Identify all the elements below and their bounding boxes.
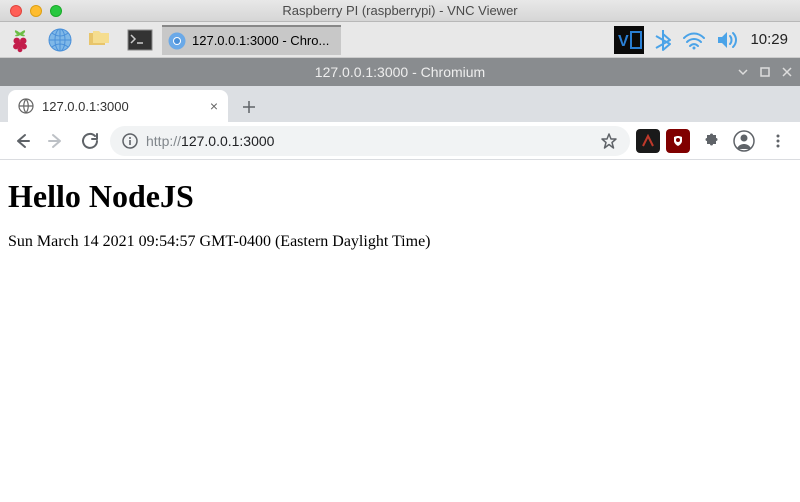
pi-taskbar-right: V 10:29 [614, 26, 800, 54]
web-browser-launcher[interactable] [40, 22, 80, 58]
arrow-left-icon [13, 132, 31, 150]
globe-favicon-icon [18, 98, 34, 114]
taskbar-chromium-task[interactable]: 127.0.0.1:3000 - Chro... [162, 25, 341, 55]
chevron-down-icon [738, 67, 748, 77]
file-manager-launcher[interactable] [80, 22, 120, 58]
chromium-titlebar[interactable]: 127.0.0.1:3000 - Chromium [0, 58, 800, 86]
folders-icon [87, 29, 113, 51]
reload-button[interactable] [76, 127, 104, 155]
star-icon [600, 132, 618, 150]
address-bar[interactable]: http://127.0.0.1:3000 [110, 126, 630, 156]
reload-icon [81, 132, 99, 150]
bluetooth-icon [654, 28, 672, 52]
chromium-icon [168, 32, 186, 50]
puzzle-icon [701, 132, 719, 150]
forward-button[interactable] [42, 127, 70, 155]
terminal-launcher[interactable] [120, 22, 160, 58]
pi-menu-button[interactable] [0, 22, 40, 58]
wifi-icon [682, 30, 706, 50]
new-tab-button[interactable] [234, 92, 264, 122]
tab-title: 127.0.0.1:3000 [42, 99, 129, 114]
volume-tray[interactable] [716, 30, 740, 50]
plus-icon [242, 100, 256, 114]
mac-titlebar: Raspberry PI (raspberrypi) - VNC Viewer [0, 0, 800, 22]
chromium-maximize-button[interactable] [760, 67, 770, 77]
raspberry-icon [7, 27, 33, 53]
menu-button[interactable] [764, 127, 792, 155]
page-timestamp: Sun March 14 2021 09:54:57 GMT-0400 (Eas… [8, 233, 792, 251]
terminal-icon [127, 29, 153, 51]
bookmark-star-button[interactable] [600, 132, 618, 150]
wifi-tray[interactable] [682, 30, 706, 50]
mac-close-button[interactable] [10, 5, 22, 17]
back-button[interactable] [8, 127, 36, 155]
x-icon [782, 67, 792, 77]
mac-minimize-button[interactable] [30, 5, 42, 17]
ublock-extension[interactable] [666, 129, 690, 153]
chromium-window-controls [738, 67, 792, 77]
chromium-close-button[interactable] [782, 67, 792, 77]
browser-toolbar: http://127.0.0.1:3000 [0, 122, 800, 160]
info-icon [122, 133, 138, 149]
kebab-icon [770, 133, 786, 149]
bluetooth-tray[interactable] [654, 28, 672, 52]
page-content: Hello NodeJS Sun March 14 2021 09:54:57 … [0, 160, 800, 259]
browser-tab[interactable]: 127.0.0.1:3000 × [8, 90, 228, 122]
square-icon [760, 67, 770, 77]
vnc-tray-icon[interactable]: V [614, 26, 644, 54]
chromium-minimize-button[interactable] [738, 67, 748, 77]
extensions-button[interactable] [696, 127, 724, 155]
chromium-window-title: 127.0.0.1:3000 - Chromium [315, 64, 485, 80]
traffic-lights [0, 5, 62, 17]
pi-taskbar: 127.0.0.1:3000 - Chro... V [0, 22, 800, 58]
profile-button[interactable] [730, 127, 758, 155]
globe-icon [48, 28, 72, 52]
page-heading: Hello NodeJS [8, 178, 792, 215]
speaker-icon [716, 30, 740, 50]
pi-taskbar-left: 127.0.0.1:3000 - Chro... [0, 22, 343, 57]
pi-clock[interactable]: 10:29 [750, 31, 788, 48]
arrow-right-icon [47, 132, 65, 150]
extension-1[interactable] [636, 129, 660, 153]
svg-text:V: V [618, 33, 629, 50]
tab-strip: 127.0.0.1:3000 × [0, 86, 800, 122]
extension-icon [641, 134, 655, 148]
url-text: http://127.0.0.1:3000 [146, 133, 274, 149]
taskbar-task-label: 127.0.0.1:3000 - Chro... [192, 33, 329, 48]
tab-close-button[interactable]: × [210, 98, 218, 114]
vnc-icon: V [614, 26, 644, 54]
mac-window-title: Raspberry PI (raspberrypi) - VNC Viewer [0, 3, 800, 18]
mac-zoom-button[interactable] [50, 5, 62, 17]
shield-icon [671, 134, 685, 148]
avatar-icon [733, 130, 755, 152]
